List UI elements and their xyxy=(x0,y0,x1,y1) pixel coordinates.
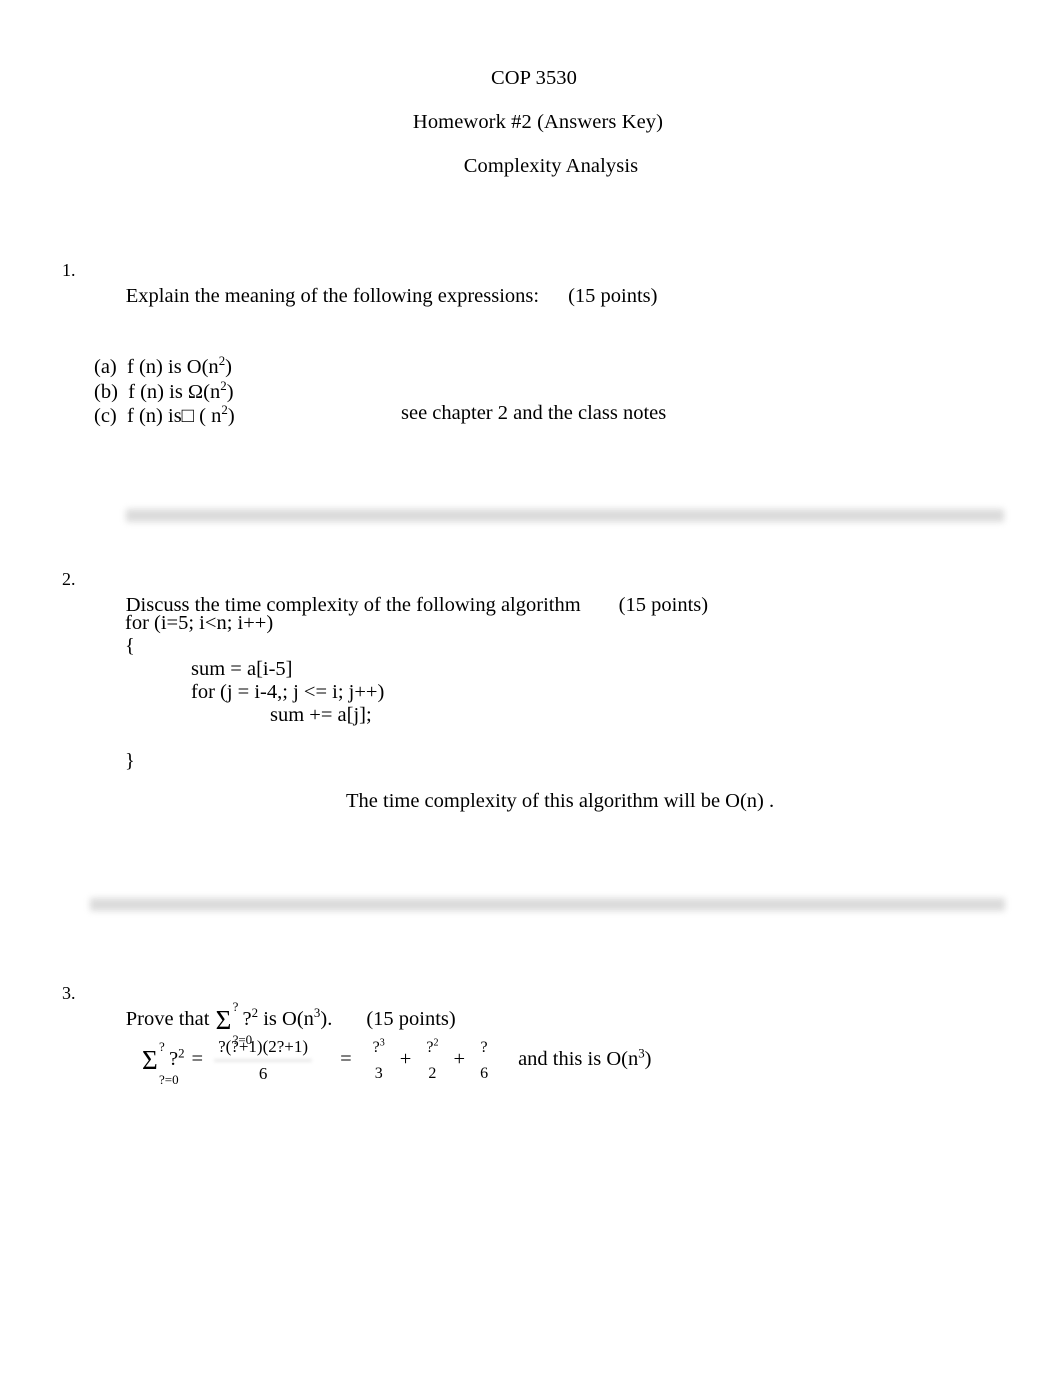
formula-equals-1: = xyxy=(191,1048,204,1071)
code-line-2: { xyxy=(125,635,135,657)
formula-term-1-denominator: 3 xyxy=(374,1065,383,1082)
formula-plus-2: + xyxy=(453,1048,466,1071)
document-header: COP 3530 Homework #2 (Answers Key) Compl… xyxy=(0,56,1062,188)
formula-lhs-term-exponent: 2 xyxy=(178,1045,185,1061)
code-line-4: for (j = i-4,; j <= i; j++) xyxy=(191,681,385,703)
document-page: COP 3530 Homework #2 (Answers Key) Compl… xyxy=(0,0,1062,1377)
subject-title: Complexity Analysis xyxy=(463,155,639,177)
subitem-a-text: f (n) is O(n xyxy=(127,356,219,378)
subitem-a: (a) f (n) is O(n2) xyxy=(94,354,1062,380)
subitem-a-label: (a) xyxy=(94,356,117,378)
formula-term-1-base: ? xyxy=(372,1039,380,1056)
subitem-c-label: (c) xyxy=(94,405,117,427)
question-2-points: (15 points) xyxy=(618,594,709,616)
formula-term-2-numerator: ?2 xyxy=(422,1037,442,1058)
assignment-title: Homework #2 (Answers Key) xyxy=(412,111,664,133)
formula-term-3-numerator: ? xyxy=(480,1039,488,1056)
formula-term-1-numerator: ?3 xyxy=(369,1037,389,1058)
sum-upper-limit: ? xyxy=(232,998,239,1014)
formula-term-1: ?3 3 xyxy=(369,1037,389,1084)
formula-term-2-denominator: 2 xyxy=(428,1065,437,1082)
code-line-5: sum += a[j]; xyxy=(270,704,372,726)
question-2-number: 2. xyxy=(62,569,76,589)
question-3-prompt-before: Prove that xyxy=(125,1008,210,1030)
sigma-icon: Σ xyxy=(142,1044,158,1075)
subitem-a-tail: ) xyxy=(225,356,232,378)
question-3-points: (15 points) xyxy=(366,1008,456,1030)
question-1-prompt: Explain the meaning of the following exp… xyxy=(125,285,540,307)
summation-symbol-formula: Σ? ?=0 xyxy=(142,1040,179,1086)
question-3-prompt-after: is O(n xyxy=(263,1008,314,1030)
subitem-b-tail: ) xyxy=(226,380,234,403)
code-line-1: for (i=5; i<n; i++) xyxy=(125,612,274,634)
formula-term-2-bar xyxy=(422,1059,442,1062)
formula-note-tail: ) xyxy=(644,1048,652,1071)
subitem-c-tail: ) xyxy=(227,405,235,427)
formula-term-1-exponent: 3 xyxy=(379,1037,385,1049)
sigma-icon: Σ xyxy=(215,1004,232,1035)
formula-term-3-denominator: 6 xyxy=(480,1065,489,1082)
formula-fraction-1: ?(?+1)(2?+1) 6 xyxy=(214,1036,313,1085)
formula-fraction-1-bar xyxy=(214,1059,313,1062)
formula-sum-lower: ?=0 xyxy=(159,1071,179,1087)
formula-term-3-bar xyxy=(476,1059,492,1062)
formula-equals-2: = xyxy=(340,1048,352,1071)
summation-symbol-heading: Σ? ?=0 xyxy=(215,1000,253,1046)
question-3-prompt-tail: ). xyxy=(320,1008,333,1030)
subitem-b-label: (b) xyxy=(94,380,118,403)
question-2-code-block: for (i=5; i<n; i++) { sum = a[i-5] for (… xyxy=(0,612,384,773)
formula-fraction-1-numerator: ?(?+1)(2?+1) xyxy=(218,1037,309,1056)
question-3-formula: Σ? ?=0 ?2 = ?(?+1)(2?+1) 6 = ?3 3 + ?2 2 +? 6 and thi… xyxy=(141,1036,652,1086)
subitem-b-text: f (n) is Ω(n xyxy=(128,380,221,403)
formula-fraction-1-denominator: 6 xyxy=(258,1064,268,1083)
formula-term-2: ?2 2 xyxy=(422,1037,442,1084)
course-title: COP 3530 xyxy=(490,67,578,89)
formula-term-3: ? 6 xyxy=(476,1037,492,1084)
formula-term-1-bar xyxy=(369,1059,389,1062)
code-line-7: } xyxy=(125,750,135,772)
section-divider-1 xyxy=(126,509,1004,522)
formula-note: and this is O(n xyxy=(518,1048,639,1071)
question-1-heading: 1. Explain the meaning of the following e… xyxy=(0,257,1062,335)
question-1-answer: see chapter 2 and the class notes xyxy=(401,402,667,424)
code-line-3: sum = a[i-5] xyxy=(191,658,293,680)
formula-term-2-exponent: 2 xyxy=(433,1037,439,1049)
question-1-number: 1. xyxy=(62,260,76,280)
question-1-points: (15 points) xyxy=(568,285,658,307)
subitem-c-text: f (n) is□ ( n xyxy=(127,405,222,427)
formula-sum-upper: ? xyxy=(159,1038,165,1054)
section-divider-2 xyxy=(90,898,1005,911)
formula-lhs-term: ? xyxy=(168,1048,179,1071)
formula-plus-1: + xyxy=(399,1048,412,1071)
question-3-number: 3. xyxy=(62,983,76,1003)
sum-term: ? xyxy=(242,1008,252,1030)
question-2-answer: The time complexity of this algorithm wi… xyxy=(346,790,775,812)
